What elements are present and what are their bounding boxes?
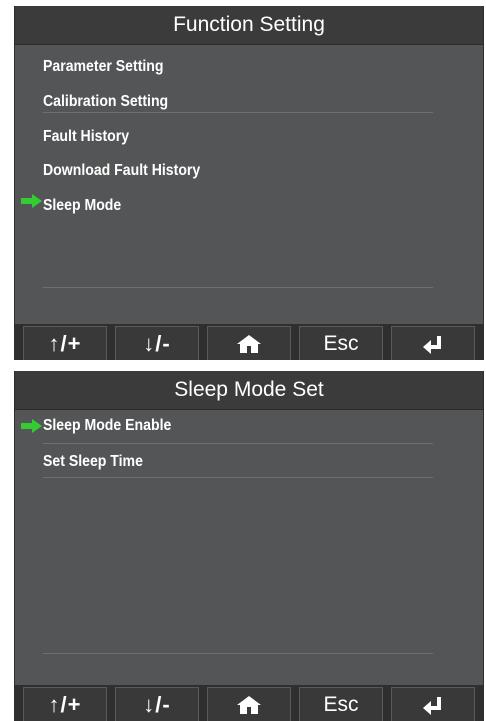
up-plus-label: ↑/+ bbox=[48, 330, 82, 356]
screen-title: Function Setting bbox=[15, 6, 483, 45]
enter-icon bbox=[423, 335, 441, 354]
menu-item-fault-history[interactable]: Fault History bbox=[43, 128, 129, 146]
screen-title: Sleep Mode Set bbox=[15, 371, 483, 410]
divider bbox=[43, 112, 433, 113]
menu-item-parameter-setting[interactable]: Parameter Setting bbox=[43, 58, 164, 76]
divider bbox=[43, 443, 433, 444]
esc-button[interactable]: Esc bbox=[299, 326, 383, 360]
button-bar: ↑/+ ↓/- Esc bbox=[15, 324, 483, 360]
esc-button[interactable]: Esc bbox=[299, 687, 383, 721]
menu-item-sleep-mode-enable[interactable]: Sleep Mode Enable bbox=[43, 417, 171, 435]
enter-button[interactable] bbox=[391, 326, 475, 360]
enter-icon bbox=[423, 696, 441, 715]
esc-label: Esc bbox=[323, 331, 359, 355]
menu-item-download-fault-history[interactable]: Download Fault History bbox=[43, 162, 200, 180]
up-plus-label: ↑/+ bbox=[48, 691, 82, 717]
up-plus-button[interactable]: ↑/+ bbox=[23, 687, 107, 721]
esc-label: Esc bbox=[323, 692, 359, 716]
divider bbox=[43, 287, 433, 288]
sleep-mode-set-screen: Sleep Mode Set Sleep Mode Enable Set Sle… bbox=[14, 371, 484, 721]
down-minus-button[interactable]: ↓/- bbox=[115, 326, 199, 360]
selector-arrow-icon bbox=[21, 419, 42, 433]
down-minus-label: ↓/- bbox=[143, 330, 171, 356]
down-minus-label: ↓/- bbox=[143, 691, 171, 717]
home-icon bbox=[237, 334, 261, 353]
divider bbox=[43, 477, 433, 478]
up-plus-button[interactable]: ↑/+ bbox=[23, 326, 107, 360]
home-icon bbox=[237, 695, 261, 714]
menu-item-sleep-mode[interactable]: Sleep Mode bbox=[43, 197, 121, 215]
down-minus-button[interactable]: ↓/- bbox=[115, 687, 199, 721]
divider bbox=[43, 653, 433, 654]
button-bar: ↑/+ ↓/- Esc bbox=[15, 685, 483, 721]
selector-arrow-icon bbox=[21, 194, 42, 208]
function-setting-screen: Function Setting Parameter Setting Calib… bbox=[14, 6, 484, 360]
home-button[interactable] bbox=[207, 687, 291, 721]
menu-item-calibration-setting[interactable]: Calibration Setting bbox=[43, 93, 168, 111]
home-button[interactable] bbox=[207, 326, 291, 360]
menu-item-set-sleep-time[interactable]: Set Sleep Time bbox=[43, 453, 143, 471]
enter-button[interactable] bbox=[391, 687, 475, 721]
